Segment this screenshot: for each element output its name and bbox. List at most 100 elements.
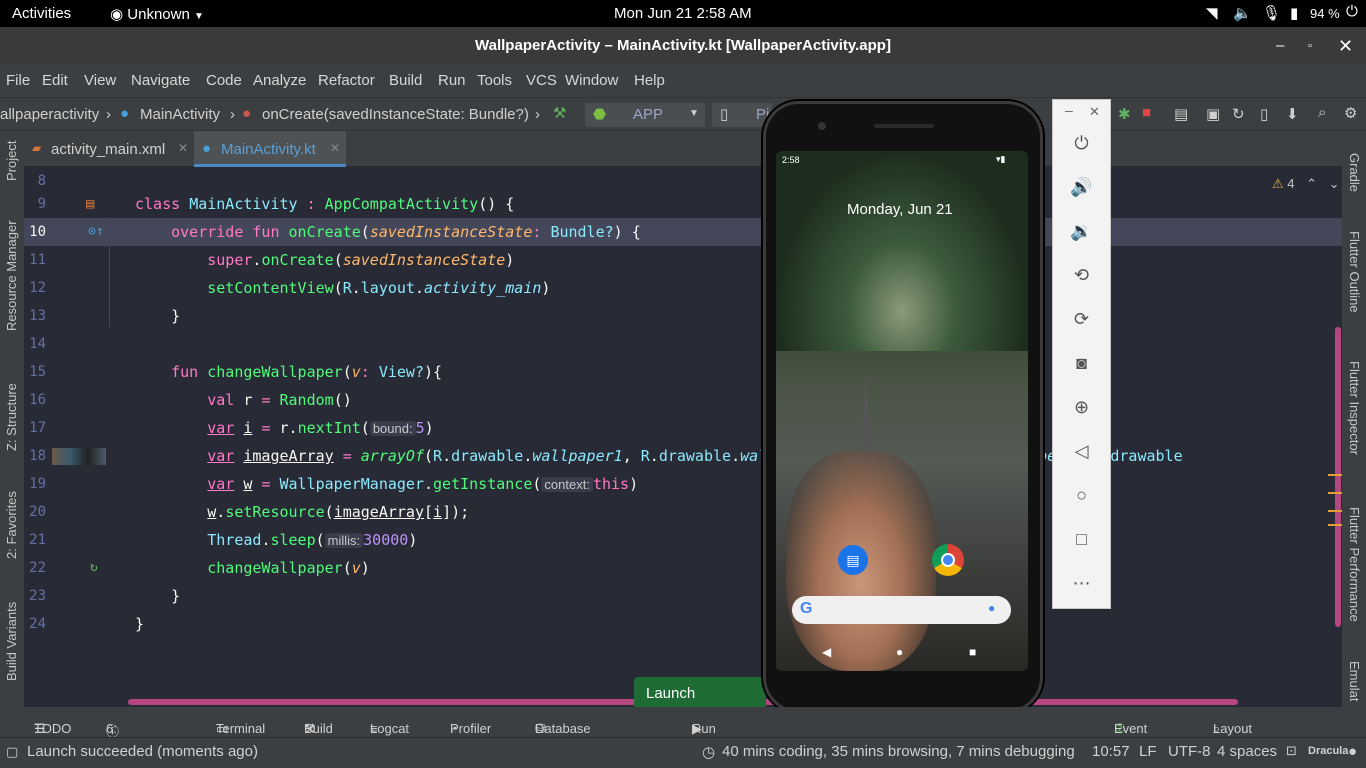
wakatime-summary[interactable]: 40 mins coding, 35 mins browsing, 7 mins… (722, 743, 1075, 760)
device-manager-icon[interactable]: ▯ (1260, 105, 1268, 123)
menu-tools[interactable]: Tools (477, 72, 512, 89)
vertical-scrollbar[interactable] (1335, 327, 1341, 627)
google-search-bar[interactable]: G ● (792, 596, 1011, 624)
activities-button[interactable]: Activities (12, 5, 71, 22)
tool-flutter-inspector[interactable]: Flutter Inspector (1347, 361, 1362, 455)
menu-help[interactable]: Help (634, 72, 665, 89)
build-hammer-icon[interactable]: ⚒ (553, 104, 566, 122)
menu-view[interactable]: View (84, 72, 116, 89)
back-nav-icon[interactable]: ◀ (822, 645, 831, 659)
code-line: 22 ↻ changeWallpaper(v) (24, 554, 1342, 582)
menu-code[interactable]: Code (206, 72, 242, 89)
warning-marker[interactable] (1328, 524, 1342, 526)
clock[interactable]: Mon Jun 21 2:58 AM (614, 5, 752, 22)
menu-window[interactable]: Window (565, 72, 618, 89)
theme-indicator[interactable]: Dracula (1308, 745, 1348, 757)
chevron-down-icon: ▼ (689, 108, 699, 119)
wifi-icon[interactable]: ◥ (1206, 4, 1218, 22)
notifications-icon[interactable]: ● (1348, 743, 1357, 760)
tool-gradle[interactable]: Gradle (1347, 153, 1362, 192)
menu-edit[interactable]: Edit (42, 72, 68, 89)
breadcrumb-package[interactable]: allpaperactivity (0, 106, 99, 123)
status-window-icon[interactable]: ▢ (6, 744, 18, 760)
home-icon[interactable]: ○ (1053, 485, 1110, 506)
status-icons: ▾▮ (996, 154, 1006, 164)
camera-icon[interactable]: ◙ (1053, 353, 1110, 374)
line-number: 14 (29, 336, 46, 352)
run-config-label: APP (633, 106, 664, 123)
sync-icon[interactable]: ↻ (1232, 105, 1245, 123)
zoom-icon[interactable]: ⊕ (1053, 397, 1110, 418)
layout-preview-icon[interactable]: ▤ (86, 190, 94, 218)
volume-icon[interactable]: 🔈 (1233, 4, 1252, 22)
close-icon[interactable]: ✕ (178, 141, 188, 155)
warning-marker[interactable] (1328, 474, 1342, 476)
warning-marker[interactable] (1328, 492, 1342, 494)
tool-flutter-performance[interactable]: Flutter Performance (1347, 507, 1362, 622)
avd-manager-icon[interactable]: ▣ (1206, 105, 1220, 123)
menu-file[interactable]: File (6, 72, 30, 89)
mic-icon[interactable]: 🎙 (1262, 4, 1281, 22)
volume-down-icon[interactable]: 🔉 (1053, 221, 1110, 242)
drawable-thumbnails-icon[interactable] (52, 448, 106, 465)
back-icon[interactable]: ◁ (1053, 441, 1110, 462)
menu-vcs[interactable]: VCS (526, 72, 557, 89)
override-icon[interactable]: ⊙↑ (88, 218, 104, 246)
lock-icon[interactable]: ⊡ (1286, 743, 1297, 759)
sdk-manager-icon[interactable]: ⬇ (1286, 105, 1299, 123)
tab-mainactivity-kt[interactable]: ● MainActivity.kt ✕ (194, 131, 346, 167)
code-text: Thread.sleep(millis: 30000) (207, 531, 418, 549)
power-icon[interactable]: ⏻ (1053, 133, 1110, 154)
volume-up-icon[interactable]: 🔊 (1053, 177, 1110, 198)
home-nav-icon[interactable]: ● (896, 645, 903, 659)
power-menu-icon[interactable]: ⏻ (1346, 3, 1358, 20)
indent-setting[interactable]: 4 spaces (1217, 743, 1277, 760)
line-separator[interactable]: LF (1139, 743, 1157, 760)
stop-icon[interactable]: ■ (1142, 104, 1151, 121)
overview-icon[interactable]: □ (1053, 529, 1110, 550)
messages-app-icon[interactable]: ▤ (838, 545, 868, 575)
battery-icon[interactable]: ▮ (1290, 4, 1298, 22)
more-icon[interactable]: ⋯ (1053, 573, 1110, 594)
caret-position[interactable]: 10:57 (1092, 743, 1130, 760)
rotate-left-icon[interactable]: ⟲ (1053, 265, 1110, 286)
code-editor[interactable]: ⚠ 4 ⌃ ⌄ 8 9 ▤ class MainActivity : AppCo… (24, 167, 1342, 707)
tool-resource-manager[interactable]: Resource Manager (4, 220, 19, 331)
close-icon[interactable]: ✕ (1338, 27, 1353, 65)
settings-icon[interactable]: ⚙ (1344, 104, 1357, 122)
tool-emulator[interactable]: Emulat (1347, 661, 1362, 701)
navigation-bar: allpaperactivity › ● MainActivity › ● on… (0, 97, 1366, 131)
status-message[interactable]: Launch succeeded (moments ago) (27, 743, 258, 760)
tool-flutter-outline[interactable]: Flutter Outline (1347, 231, 1362, 313)
tool-structure[interactable]: Z: Structure (4, 383, 19, 451)
rotate-right-icon[interactable]: ⟳ (1053, 309, 1110, 330)
device-select[interactable]: ▯ Pi (712, 103, 772, 127)
tool-project[interactable]: Project (4, 141, 19, 181)
maximize-icon[interactable]: ▫ (1308, 27, 1312, 65)
breadcrumb-class[interactable]: MainActivity (140, 106, 220, 123)
minimize-icon[interactable]: – (1276, 27, 1284, 65)
warning-marker[interactable] (1328, 510, 1342, 512)
search-icon[interactable]: ⌕ (1318, 104, 1326, 121)
run-config-select[interactable]: ⬣ APP ▼ (585, 103, 705, 127)
phone-screen[interactable]: 2:58 ▾▮ Monday, Jun 21 ▤ G ● ◀ ● ■ (776, 151, 1028, 671)
folder-icon[interactable]: ▤ (1174, 105, 1188, 123)
menu-run[interactable]: Run (438, 72, 466, 89)
file-encoding[interactable]: UTF-8 (1168, 743, 1211, 760)
menu-analyze[interactable]: Analyze (253, 72, 306, 89)
menu-build[interactable]: Build (389, 72, 422, 89)
recents-nav-icon[interactable]: ■ (969, 645, 976, 659)
launch-toast[interactable]: Launch succeeded (634, 677, 766, 736)
minimize-icon[interactable]: – (1065, 102, 1073, 118)
menu-refactor[interactable]: Refactor (318, 72, 375, 89)
close-icon[interactable]: ✕ (330, 141, 340, 155)
menu-navigate[interactable]: Navigate (131, 72, 190, 89)
chrome-app-icon[interactable] (932, 544, 964, 576)
close-icon[interactable]: ✕ (1089, 104, 1100, 120)
tab-activity-main-xml[interactable]: ▰ activity_main.xml ✕ (24, 131, 194, 167)
breadcrumb-method[interactable]: onCreate(savedInstanceState: Bundle?) (262, 106, 529, 123)
tool-build-variants[interactable]: Build Variants (4, 602, 19, 681)
app-indicator[interactable]: ◉ Unknown ▼ (110, 5, 204, 23)
debug-icon[interactable]: ✱ (1118, 105, 1131, 123)
tool-favorites[interactable]: 2: Favorites (4, 491, 19, 559)
